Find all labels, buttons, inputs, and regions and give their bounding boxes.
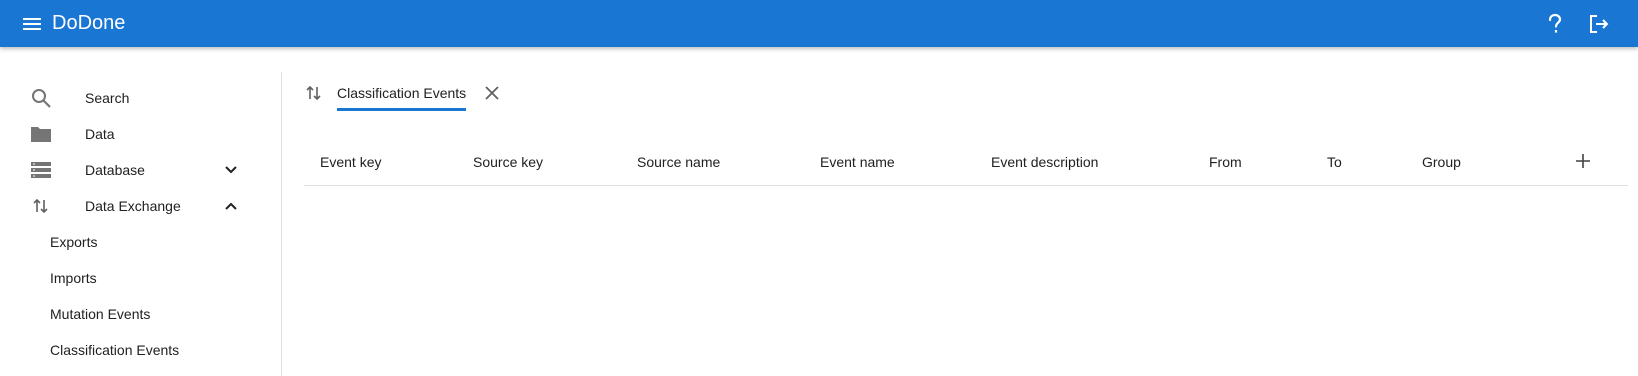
swap-vertical-icon	[303, 82, 325, 104]
search-icon	[28, 85, 54, 111]
sidebar-item-label: Data	[85, 126, 115, 142]
sidebar-subitem-label: Imports	[50, 270, 97, 286]
tab-bar: Classification Events	[303, 78, 504, 111]
database-icon	[28, 157, 54, 183]
tab-label: Classification Events	[337, 85, 467, 101]
app-bar: DoDone	[0, 0, 1638, 47]
menu-icon[interactable]	[20, 12, 44, 36]
swap-vertical-icon	[28, 193, 54, 219]
sidebar-item-data-exchange[interactable]: Data Exchange	[0, 189, 282, 223]
close-icon[interactable]	[480, 81, 504, 105]
sidebar-item-search[interactable]: Search	[0, 81, 282, 115]
column-header-group[interactable]: Group	[1422, 138, 1461, 186]
sidebar: Search Data Database Data Exchange Expor…	[0, 72, 282, 376]
sidebar-subitem-imports[interactable]: Imports	[0, 261, 282, 295]
sidebar-item-label: Data Exchange	[85, 198, 181, 214]
sidebar-item-database[interactable]: Database	[0, 153, 282, 187]
table-header: Event key Source key Source name Event n…	[304, 138, 1628, 186]
sidebar-item-data[interactable]: Data	[0, 117, 282, 151]
sidebar-subitem-exports[interactable]: Exports	[0, 225, 282, 259]
chevron-down-icon[interactable]	[219, 158, 243, 182]
sidebar-subitem-label: Exports	[50, 234, 98, 250]
column-header-event-description[interactable]: Event description	[991, 138, 1098, 186]
sidebar-item-label: Database	[85, 162, 145, 178]
sidebar-subitem-mutation-events[interactable]: Mutation Events	[0, 297, 282, 331]
chevron-up-icon[interactable]	[219, 194, 243, 218]
column-header-source-key[interactable]: Source key	[473, 138, 543, 186]
column-header-to[interactable]: To	[1327, 138, 1342, 186]
sidebar-subitem-label: Classification Events	[50, 342, 180, 358]
column-header-event-key[interactable]: Event key	[320, 138, 381, 186]
help-icon[interactable]	[1542, 11, 1568, 37]
active-tab-indicator	[337, 108, 467, 111]
folder-icon	[28, 121, 54, 147]
sidebar-subitem-label: Mutation Events	[50, 306, 151, 322]
logout-icon[interactable]	[1586, 11, 1612, 37]
column-header-from[interactable]: From	[1209, 138, 1242, 186]
app-title: DoDone	[52, 12, 126, 34]
sidebar-subitem-classification-events[interactable]: Classification Events	[0, 333, 282, 367]
tab-classification-events[interactable]: Classification Events	[337, 78, 467, 111]
column-header-source-name[interactable]: Source name	[637, 138, 720, 186]
plus-icon[interactable]	[1568, 146, 1598, 176]
column-header-event-name[interactable]: Event name	[820, 138, 895, 186]
sidebar-item-label: Search	[85, 90, 130, 106]
